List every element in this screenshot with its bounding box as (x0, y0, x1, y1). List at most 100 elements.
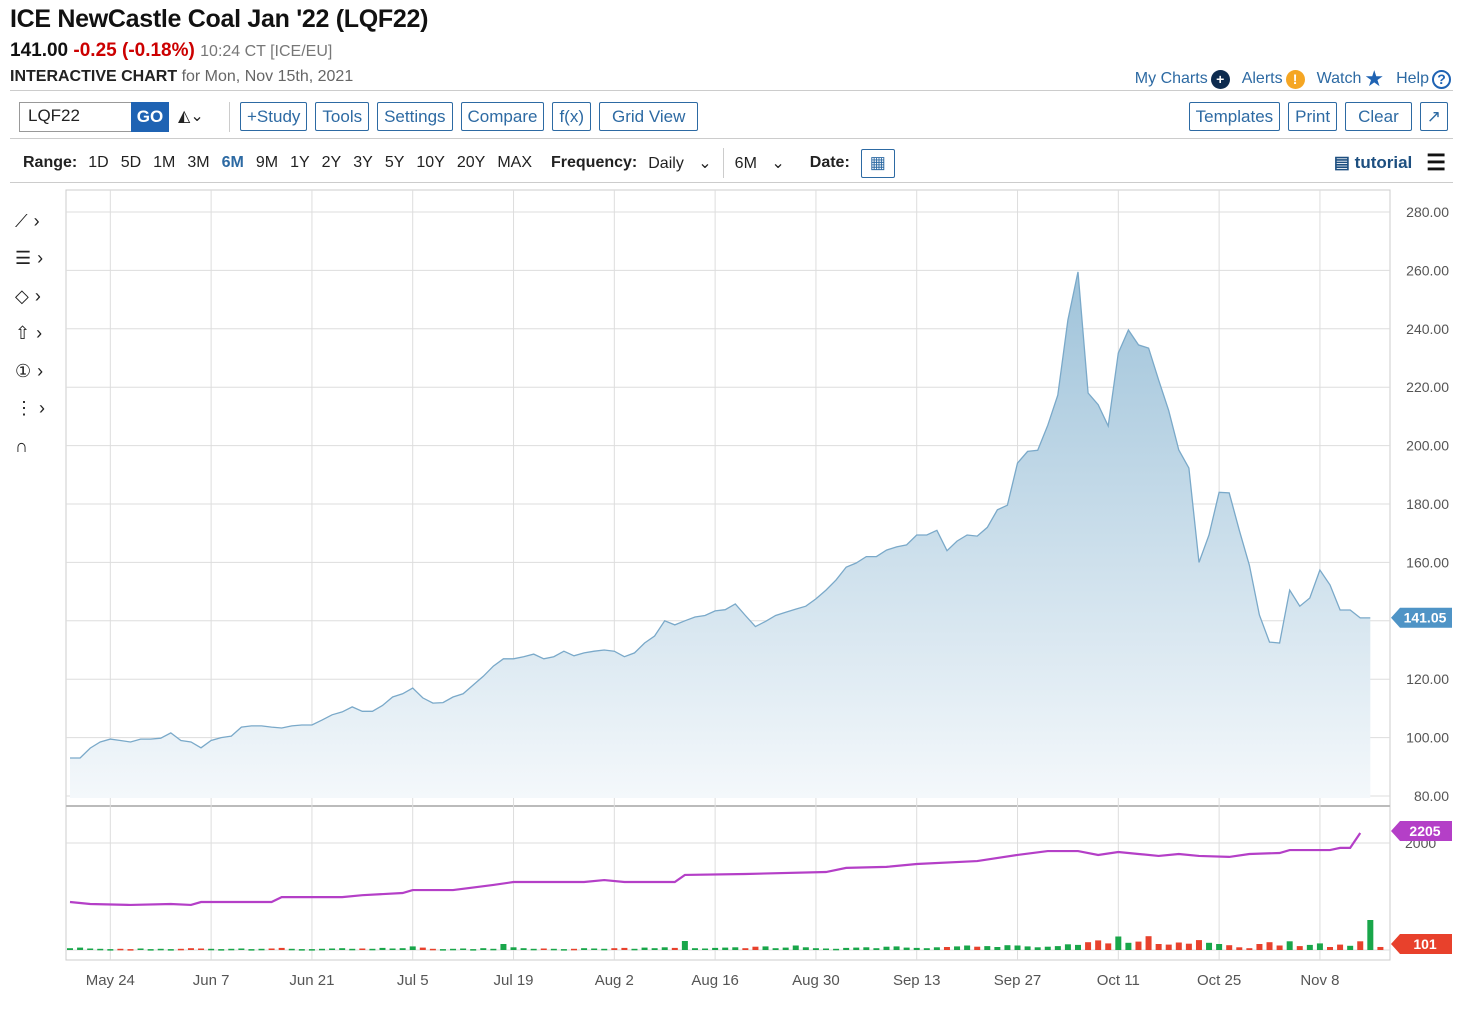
draw-line-tool[interactable]: ⟋ › (15, 208, 60, 234)
volume-bar (1337, 944, 1344, 950)
volume-bar (903, 947, 910, 950)
alerts-link[interactable]: Alerts! (1242, 69, 1305, 89)
volume-bar (419, 947, 426, 950)
volume-bar (1024, 946, 1031, 950)
mountain-chart-icon: ◭ (178, 108, 191, 125)
range-option-9m[interactable]: 9M (256, 154, 278, 172)
range-option-max[interactable]: MAX (497, 154, 532, 172)
y-tick-label: 260.00 (1406, 262, 1449, 278)
volume-bar (450, 948, 457, 951)
volume-bar (329, 948, 336, 950)
volume-bar (691, 948, 698, 950)
measure-icon: ⋮ (15, 397, 33, 418)
measure-tool[interactable]: ⋮ › (15, 395, 60, 421)
y-tick-label: 100.00 (1406, 730, 1449, 746)
volume-bar (722, 947, 729, 950)
function-button[interactable]: f(x) (552, 102, 591, 131)
menu-icon[interactable]: ☰ (1426, 150, 1446, 176)
volume-bar (490, 948, 497, 951)
volume-bar (470, 949, 477, 951)
y-tick-label: 280.00 (1406, 204, 1449, 220)
expand-button[interactable]: ↗ (1419, 102, 1448, 131)
volume-bar (460, 948, 467, 950)
x-tick-label: Aug 30 (792, 972, 840, 989)
range-option-5y[interactable]: 5Y (385, 154, 405, 172)
fibonacci-tool[interactable]: ☰ › (15, 245, 60, 271)
chart-type-dropdown[interactable]: ◭⌄ (178, 106, 204, 126)
frequency-select[interactable]: Daily ⌄ (648, 153, 711, 173)
calendar-icon[interactable]: ▦ (860, 148, 895, 178)
settings-button[interactable]: Settings (377, 102, 453, 131)
volume-bar (349, 948, 356, 951)
range-option-20y[interactable]: 20Y (457, 154, 485, 172)
quote-line: 141.00 -0.25 (-0.18%) 10:24 CT [ICE/EU] (10, 40, 332, 62)
volume-bar (702, 948, 709, 950)
volume-bar (1316, 943, 1323, 950)
period-select[interactable]: 6M ⌄ (735, 153, 785, 173)
volume-bar (1246, 948, 1253, 950)
help-link[interactable]: Help? (1396, 69, 1451, 89)
divider (10, 138, 1453, 139)
templates-button[interactable]: Templates (1188, 102, 1281, 131)
range-option-6m[interactable]: 6M (222, 154, 244, 172)
annotation-tool[interactable]: ① › (15, 358, 60, 384)
circled-number-icon: ① (15, 360, 32, 381)
range-option-3m[interactable]: 3M (187, 154, 209, 172)
range-option-1m[interactable]: 1M (153, 154, 175, 172)
add-study-button[interactable]: +Study (240, 102, 308, 131)
range-option-3y[interactable]: 3Y (353, 154, 373, 172)
magnet-tool[interactable]: ∩ (15, 433, 60, 459)
volume-bar (268, 948, 275, 950)
last-price-tag: 141.05 (1404, 610, 1447, 626)
frequency-label: Frequency: (551, 154, 638, 171)
y-tick-label: 240.00 (1406, 321, 1449, 337)
chart-subtitle: INTERACTIVE CHART for Mon, Nov 15th, 202… (10, 68, 353, 86)
volume-bar (591, 948, 598, 950)
list-icon: ☰ (15, 247, 32, 268)
my-charts-link[interactable]: My Charts + (1135, 69, 1230, 89)
volume-bar (913, 947, 920, 950)
compare-button[interactable]: Compare (460, 102, 545, 131)
volume-bar (67, 948, 73, 950)
arrow-tool[interactable]: ⇧ › (15, 320, 60, 346)
volume-bar (198, 948, 205, 950)
shape-tool[interactable]: ◇ › (15, 283, 60, 309)
range-option-10y[interactable]: 10Y (416, 154, 444, 172)
x-tick-label: Aug 2 (595, 972, 634, 989)
clear-button[interactable]: Clear (1345, 102, 1412, 131)
go-button[interactable]: GO (131, 102, 169, 132)
volume-bar (1357, 941, 1364, 950)
volume-bar (1145, 936, 1152, 950)
tutorial-link[interactable]: ▤ tutorial (1334, 153, 1412, 173)
volume-bar (409, 946, 416, 950)
x-tick-label: Sep 27 (994, 972, 1042, 989)
volume-bar (187, 948, 194, 950)
volume-bar (369, 948, 376, 951)
tools-button[interactable]: Tools (315, 102, 370, 131)
volume-bar (399, 948, 406, 950)
volume-bar (550, 948, 557, 951)
range-option-5d[interactable]: 5D (121, 154, 141, 172)
volume-bar (1195, 940, 1202, 950)
volume-bar (1347, 945, 1354, 950)
print-button[interactable]: Print (1288, 102, 1338, 131)
symbol-input[interactable]: LQF22 (19, 102, 132, 132)
range-option-1d[interactable]: 1D (88, 154, 108, 172)
quote-time: 10:24 CT [ICE/EU] (200, 43, 333, 60)
chevron-right-icon: › (33, 210, 40, 231)
volume-bar (651, 948, 658, 950)
range-option-1y[interactable]: 1Y (290, 154, 310, 172)
line-icon: ⟋ (15, 210, 28, 231)
grid-view-button[interactable]: Grid View (599, 102, 699, 131)
volume-bar (1286, 941, 1293, 950)
x-tick-label: Jul 5 (397, 972, 429, 989)
volume-bar (1327, 947, 1333, 950)
volume-bar (943, 947, 950, 950)
volume-bar (1165, 944, 1172, 950)
chevron-right-icon: › (34, 285, 41, 306)
range-option-2y[interactable]: 2Y (322, 154, 342, 172)
volume-bar (177, 948, 184, 951)
volume-bar (883, 946, 890, 950)
price-area (70, 271, 1371, 798)
watch-link[interactable]: Watch ★ (1317, 66, 1384, 92)
